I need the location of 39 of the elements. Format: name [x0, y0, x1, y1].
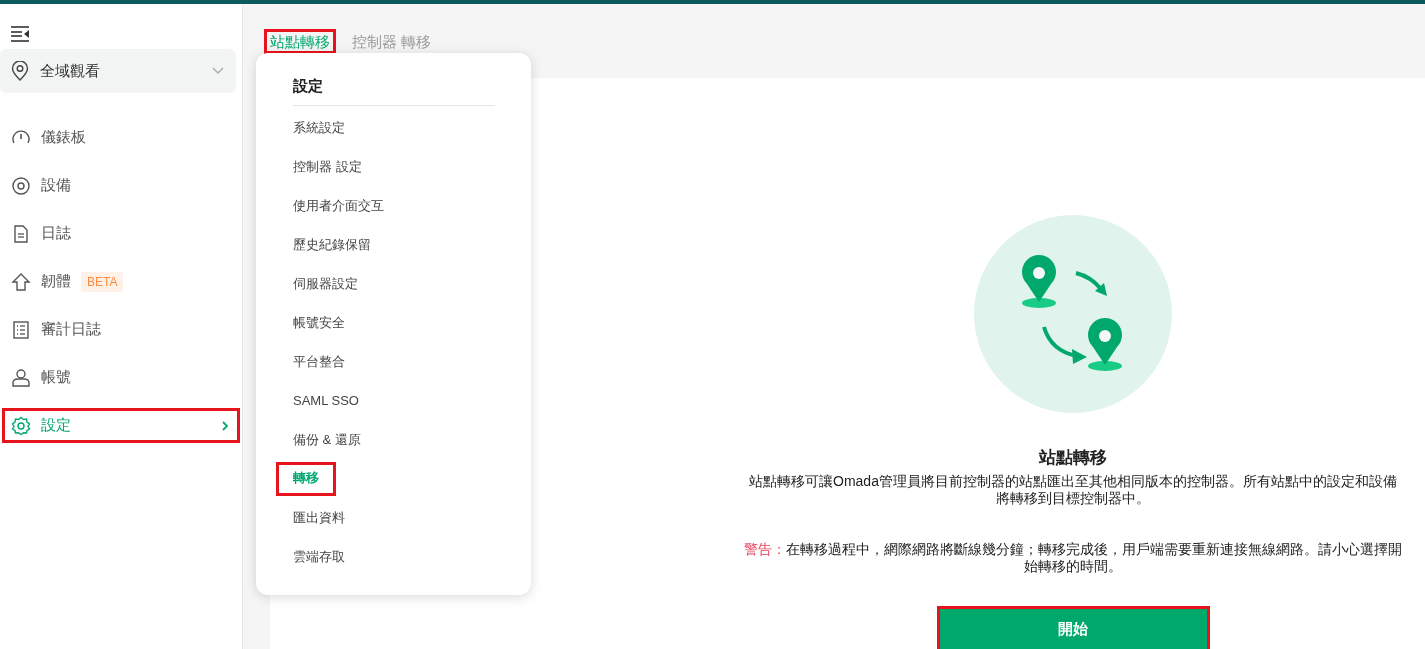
location-pin-icon — [11, 61, 29, 81]
menu-item[interactable]: 歷史紀錄保留 — [293, 236, 371, 275]
sidebar-item-label: 儀錶板 — [41, 128, 86, 147]
site-selector[interactable]: 全域觀看 — [0, 49, 236, 93]
sidebar-item[interactable]: 審計日誌 — [2, 312, 240, 347]
user-icon — [11, 367, 31, 388]
description-text: 站點轉移可讓Omada管理員將目前控制器的站點匯出至其他相同版本的控制器。所有站點中的設定和設備將轉移到目標控制器中。 — [748, 473, 1398, 507]
menu-item[interactable]: 控制器 設定 — [293, 158, 362, 197]
sidebar-item[interactable]: 日誌 — [2, 216, 240, 251]
section-title: 站點轉移 — [1039, 447, 1107, 469]
menu-item[interactable]: 匯出資料 — [293, 509, 345, 548]
upload-arrow-icon — [11, 271, 31, 292]
sidebar-item[interactable]: 韌體 BETA — [2, 264, 240, 299]
sidebar-item-label: 帳號 — [41, 368, 71, 387]
sidebar-item[interactable]: 帳號 — [2, 360, 240, 395]
menu-item[interactable]: 使用者介面交互 — [293, 197, 384, 236]
chevron-right-icon — [222, 420, 228, 431]
menu-title: 設定 — [293, 77, 495, 106]
menu-collapse-icon[interactable] — [10, 26, 30, 42]
sidebar-item[interactable]: 設備 — [2, 168, 240, 203]
menu-item[interactable]: 伺服器設定 — [293, 275, 358, 314]
list-document-icon — [11, 319, 31, 340]
sidebar-item-label: 日誌 — [41, 224, 71, 243]
settings-icon — [11, 415, 31, 436]
sidebar-item[interactable]: 儀錶板 — [2, 120, 240, 155]
menu-item[interactable]: 平台整合 — [293, 353, 345, 392]
beta-badge: BETA — [81, 271, 124, 292]
sidebar-item-label: 設備 — [41, 176, 71, 195]
document-icon — [11, 223, 31, 244]
menu-item[interactable]: 雲端存取 — [293, 548, 345, 587]
sidebar-item-label: 韌體 — [41, 272, 71, 291]
chevron-down-icon — [212, 67, 224, 75]
warning-text: 警告：在轉移過程中，網際網路將斷線幾分鐘；轉移完成後，用戶端需要重新連接無線網路。請小心選擇開始轉移的時間。 — [743, 541, 1403, 575]
menu-item[interactable]: 帳號安全 — [293, 314, 345, 353]
sidebar-item-label: 審計日誌 — [41, 320, 101, 339]
menu-item[interactable]: SAML SSO — [293, 392, 359, 431]
menu-item[interactable]: 系統設定 — [293, 119, 345, 158]
target-icon — [11, 175, 31, 196]
sidebar-item-label: 設定 — [41, 416, 71, 435]
